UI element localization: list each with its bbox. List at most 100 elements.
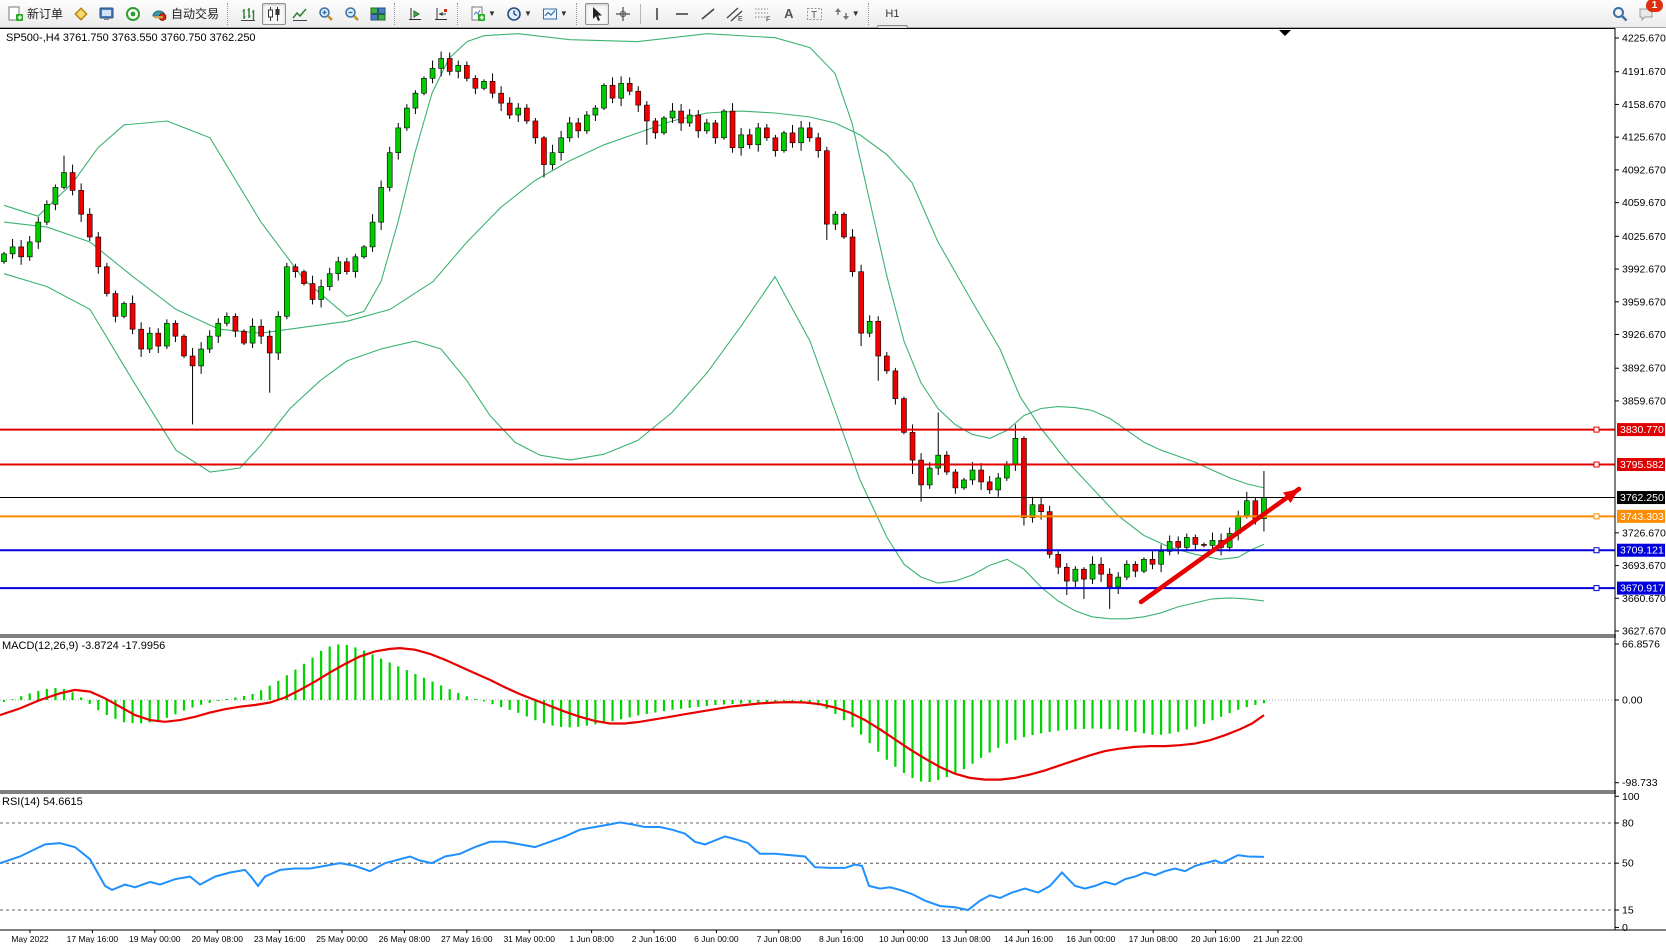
gold-tool-button[interactable] <box>69 3 93 25</box>
toolbar-separator <box>868 3 873 25</box>
search-button[interactable] <box>1608 3 1632 25</box>
price-line-label: 3795.582 <box>1620 459 1664 471</box>
candle-body-down <box>19 247 24 257</box>
cursor-tool-button[interactable] <box>585 3 609 25</box>
candlestick-chart-icon <box>266 6 282 22</box>
candle-body-up <box>147 333 152 349</box>
candle-body-up <box>327 274 332 287</box>
hline-handle[interactable] <box>1594 427 1599 432</box>
vertical-line-tool-button[interactable] <box>646 3 668 25</box>
candle-body-up <box>833 214 838 224</box>
arrows-tool-button[interactable]: ▼ <box>830 3 864 25</box>
crosshair-icon <box>615 6 631 22</box>
time-tick-label: 10 Jun 00:00 <box>879 934 928 943</box>
main-toolbar: 新订单 自动交易 <box>0 0 1666 28</box>
autotrade-button[interactable]: 自动交易 <box>147 3 223 25</box>
candle-body-down <box>1081 569 1086 579</box>
zoom-out-button[interactable] <box>340 3 364 25</box>
candle-body-up <box>996 478 1001 490</box>
hline-handle[interactable] <box>1594 548 1599 553</box>
candle-body-up <box>370 222 375 247</box>
candle-body-up <box>44 204 49 222</box>
chart-area[interactable]: 4225.6704191.6704158.6704125.6704092.670… <box>0 28 1666 948</box>
channel-tool-button[interactable]: E <box>722 3 748 25</box>
candle-body-down <box>816 138 821 151</box>
new-order-label: 新订单 <box>27 5 63 22</box>
timeframe-H1[interactable]: H1 <box>877 3 908 25</box>
hline-handle[interactable] <box>1594 586 1599 591</box>
candle-body-up <box>756 128 761 145</box>
period-button[interactable]: ▼ <box>502 3 536 25</box>
hline-handle[interactable] <box>1594 462 1599 467</box>
candle-body-up <box>781 133 786 151</box>
time-tick-label: 16 Jun 00:00 <box>1066 934 1115 943</box>
horizontal-line-tool-button[interactable] <box>670 3 694 25</box>
candle-body-down <box>490 81 495 93</box>
candle-body-up <box>1124 564 1129 577</box>
cursor-icon <box>589 6 605 22</box>
candle-body-up <box>396 128 401 153</box>
chevron-down-icon: ▼ <box>488 9 496 18</box>
candle-body-down <box>876 321 881 356</box>
candle-body-up <box>207 336 212 349</box>
tile-windows-button[interactable] <box>366 3 390 25</box>
candle-body-down <box>181 336 186 356</box>
text-label-tool-button[interactable]: T <box>802 3 828 25</box>
time-tick-label: 27 May 16:00 <box>441 934 493 943</box>
new-order-button[interactable]: 新订单 <box>3 3 67 25</box>
candle-body-down <box>96 237 101 267</box>
candle-body-down <box>1133 564 1138 571</box>
hline-handle[interactable] <box>1594 514 1599 519</box>
template-button[interactable]: ▼ <box>538 3 572 25</box>
candle-body-up <box>284 267 289 317</box>
autotrade-robot-icon <box>151 6 167 22</box>
crosshair-tool-button[interactable] <box>611 3 635 25</box>
candlestick-chart-button[interactable] <box>262 3 286 25</box>
bar-chart-button[interactable] <box>236 3 260 25</box>
macd-indicator-label: MACD(12,26,9) -3.8724 -17.9956 <box>2 640 165 652</box>
auto-scroll-button[interactable] <box>403 3 427 25</box>
candle-body-up <box>867 321 872 333</box>
zoom-out-icon <box>344 6 360 22</box>
trendline-tool-button[interactable] <box>696 3 720 25</box>
notification-badge: 1 <box>1646 0 1663 12</box>
zoom-in-button[interactable] <box>314 3 338 25</box>
vertical-line-icon <box>650 6 664 22</box>
price-tick-label: 3992.670 <box>1622 264 1666 276</box>
new-chart-icon <box>470 6 486 22</box>
candle-body-up <box>121 303 126 316</box>
time-tick-label: 7 Jun 08:00 <box>757 934 802 943</box>
price-tick-label: 3726.670 <box>1622 527 1666 539</box>
candle-body-down <box>679 111 684 123</box>
candle-body-down <box>910 432 915 460</box>
macd-tick-label: 66.8576 <box>1622 639 1660 651</box>
new-chart-button[interactable]: ▼ <box>466 3 500 25</box>
signals-button[interactable] <box>121 3 145 25</box>
candle-body-down <box>850 237 855 272</box>
candle-body-down <box>233 316 238 331</box>
candle-body-up <box>1159 551 1164 564</box>
price-tick-label: 3892.670 <box>1622 363 1666 375</box>
candle-body-up <box>481 81 486 88</box>
text-tool-icon: A <box>784 6 793 21</box>
line-chart-icon <box>292 6 308 22</box>
price-line-label: 3762.250 <box>1620 492 1664 504</box>
candle-body-up <box>516 108 521 115</box>
chat-button[interactable]: 1 <box>1634 3 1658 25</box>
price-tick-label: 4225.670 <box>1622 33 1666 45</box>
candle-body-down <box>1056 554 1061 567</box>
candle-body-down <box>113 294 118 317</box>
line-chart-button[interactable] <box>288 3 312 25</box>
candle-body-up <box>224 316 229 323</box>
chart-shift-button[interactable] <box>429 3 453 25</box>
signal-icon <box>125 6 141 22</box>
time-tick-label: 2 Jun 16:00 <box>632 934 677 943</box>
fibonacci-tool-button[interactable]: F <box>750 3 776 25</box>
candle-body-up <box>2 254 7 262</box>
candle-body-down <box>696 115 701 131</box>
market-watch-button[interactable] <box>95 3 119 25</box>
auto-scroll-icon <box>407 6 423 22</box>
candle-body-down <box>79 190 84 214</box>
text-tool-button[interactable]: A <box>778 3 800 25</box>
candle-body-down <box>293 267 298 272</box>
